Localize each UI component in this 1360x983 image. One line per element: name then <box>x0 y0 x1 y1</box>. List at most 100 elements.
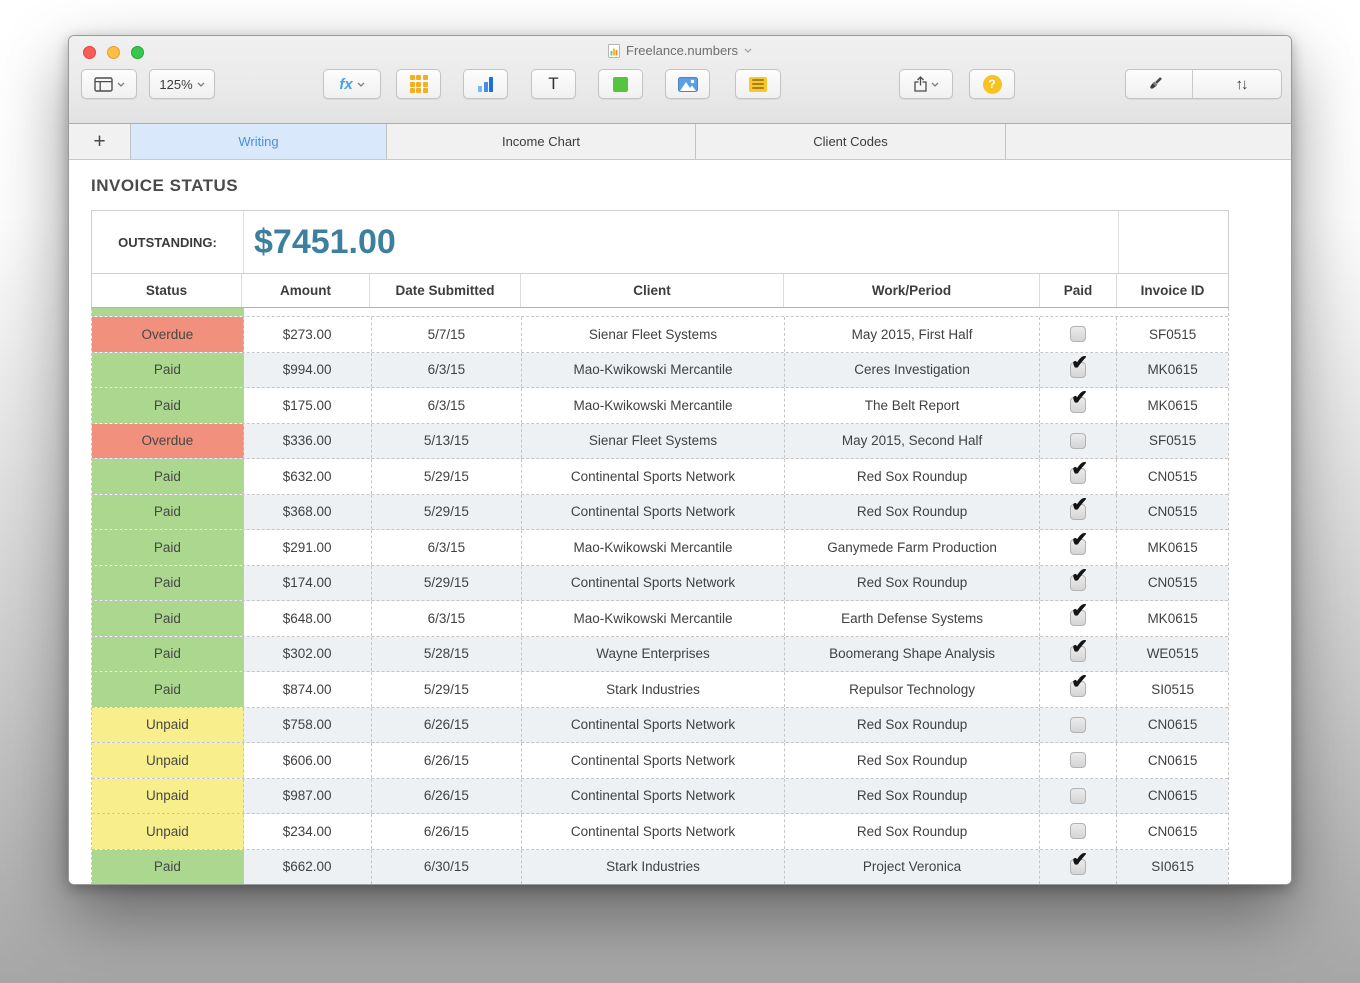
invoice-id-cell[interactable]: MK0615 <box>1117 601 1228 636</box>
paid-cell[interactable]: ✔ <box>1040 388 1117 423</box>
amount-cell[interactable]: $368.00 <box>244 495 372 530</box>
column-header-paid[interactable]: Paid <box>1040 274 1117 307</box>
invoice-id-cell[interactable]: SF0515 <box>1117 317 1228 352</box>
amount-cell[interactable]: $758.00 <box>244 708 372 743</box>
work-period-cell[interactable]: Red Sox Roundup <box>785 779 1041 814</box>
paid-checkbox[interactable]: ✔ <box>1070 397 1086 413</box>
date-cell[interactable]: 6/26/15 <box>372 814 523 849</box>
date-cell[interactable]: 5/13/15 <box>372 424 523 459</box>
status-cell[interactable]: Overdue <box>92 317 244 352</box>
column-header-amount[interactable]: Amount <box>242 274 370 307</box>
paid-checkbox[interactable] <box>1070 433 1086 449</box>
invoice-id-cell[interactable]: WE0515 <box>1117 637 1228 672</box>
work-period-cell[interactable]: Red Sox Roundup <box>785 743 1041 778</box>
view-button[interactable]: View <box>81 69 137 99</box>
client-cell[interactable]: Sienar Fleet Systems <box>522 424 785 459</box>
amount-cell[interactable]: $987.00 <box>244 779 372 814</box>
column-header-invoice-id[interactable]: Invoice ID <box>1117 274 1228 307</box>
media-button[interactable]: Media <box>665 69 710 99</box>
status-cell[interactable]: Unpaid <box>92 743 244 778</box>
amount-cell[interactable]: $291.00 <box>244 530 372 565</box>
paid-checkbox[interactable]: ✔ <box>1070 539 1086 555</box>
status-cell[interactable]: Paid <box>92 353 244 388</box>
work-period-cell[interactable]: Repulsor Technology <box>785 672 1041 707</box>
paid-checkbox[interactable] <box>1070 823 1086 839</box>
add-sheet-button[interactable]: + <box>69 124 131 159</box>
invoice-id-cell[interactable]: CN0515 <box>1117 495 1228 530</box>
tab-writing[interactable]: Writing <box>131 124 387 159</box>
paid-checkbox[interactable] <box>1070 752 1086 768</box>
paid-cell[interactable] <box>1040 743 1117 778</box>
status-cell[interactable]: Paid <box>92 566 244 601</box>
status-cell[interactable]: Unpaid <box>92 779 244 814</box>
status-cell[interactable]: Paid <box>92 459 244 494</box>
amount-cell[interactable]: $273.00 <box>244 317 372 352</box>
work-period-cell[interactable]: Ceres Investigation <box>785 353 1041 388</box>
paid-checkbox[interactable]: ✔ <box>1070 575 1086 591</box>
date-cell[interactable]: 6/3/15 <box>372 353 523 388</box>
invoice-id-cell[interactable]: MK0615 <box>1117 388 1228 423</box>
work-period-cell[interactable]: Red Sox Roundup <box>785 814 1041 849</box>
work-period-cell[interactable]: Red Sox Roundup <box>785 459 1041 494</box>
paid-checkbox[interactable]: ✔ <box>1070 646 1086 662</box>
date-cell[interactable]: 6/26/15 <box>372 743 523 778</box>
invoice-id-cell[interactable]: CN0615 <box>1117 743 1228 778</box>
paid-cell[interactable]: ✔ <box>1040 495 1117 530</box>
tips-button[interactable]: ? Tips <box>969 69 1015 99</box>
paid-cell[interactable]: ✔ <box>1040 566 1117 601</box>
chart-button[interactable]: Chart <box>463 69 508 99</box>
date-cell[interactable]: 5/29/15 <box>372 459 523 494</box>
table-button[interactable]: Table <box>396 69 441 99</box>
zoom-dropdown[interactable]: 125% Zoom <box>149 69 215 99</box>
invoice-id-cell[interactable]: CN0615 <box>1117 779 1228 814</box>
date-cell[interactable]: 5/29/15 <box>372 495 523 530</box>
client-cell[interactable]: Stark Industries <box>522 850 785 885</box>
client-cell[interactable]: Mao-Kwikowski Mercantile <box>522 388 785 423</box>
invoice-id-cell[interactable]: CN0615 <box>1117 814 1228 849</box>
invoice-id-cell[interactable]: SF0515 <box>1117 424 1228 459</box>
amount-cell[interactable]: $302.00 <box>244 637 372 672</box>
client-cell[interactable]: Stark Industries <box>522 672 785 707</box>
column-header-client[interactable]: Client <box>521 274 784 307</box>
invoice-id-cell[interactable]: CN0515 <box>1117 459 1228 494</box>
client-cell[interactable]: Mao-Kwikowski Mercantile <box>522 530 785 565</box>
client-cell[interactable]: Wayne Enterprises <box>522 637 785 672</box>
paid-cell[interactable] <box>1040 779 1117 814</box>
paid-checkbox[interactable]: ✔ <box>1070 610 1086 626</box>
column-header-work-period[interactable]: Work/Period <box>784 274 1040 307</box>
client-cell[interactable]: Mao-Kwikowski Mercantile <box>522 353 785 388</box>
amount-cell[interactable]: $994.00 <box>244 353 372 388</box>
work-period-cell[interactable]: Project Veronica <box>785 850 1041 885</box>
paid-checkbox[interactable]: ✔ <box>1070 504 1086 520</box>
paid-cell[interactable] <box>1040 317 1117 352</box>
paid-cell[interactable]: ✔ <box>1040 530 1117 565</box>
invoice-id-cell[interactable]: SI0615 <box>1117 850 1228 885</box>
client-cell[interactable]: Sienar Fleet Systems <box>522 317 785 352</box>
paid-cell[interactable]: ✔ <box>1040 637 1117 672</box>
paid-checkbox[interactable]: ✔ <box>1070 859 1086 875</box>
status-cell[interactable]: Paid <box>92 672 244 707</box>
invoice-id-cell[interactable]: MK0615 <box>1117 353 1228 388</box>
work-period-cell[interactable]: Ganymede Farm Production <box>785 530 1041 565</box>
paid-checkbox[interactable] <box>1070 788 1086 804</box>
amount-cell[interactable]: $336.00 <box>244 424 372 459</box>
date-cell[interactable]: 5/29/15 <box>372 672 523 707</box>
paid-cell[interactable]: ✔ <box>1040 459 1117 494</box>
status-cell[interactable]: Paid <box>92 530 244 565</box>
client-cell[interactable]: Continental Sports Network <box>522 708 785 743</box>
paid-checkbox[interactable]: ✔ <box>1070 681 1086 697</box>
tab-income-chart[interactable]: Income Chart <box>387 124 696 159</box>
paid-cell[interactable]: ✔ <box>1040 850 1117 885</box>
date-cell[interactable]: 6/3/15 <box>372 530 523 565</box>
shape-button[interactable]: Shape <box>598 69 643 99</box>
client-cell[interactable]: Continental Sports Network <box>522 743 785 778</box>
amount-cell[interactable]: $662.00 <box>244 850 372 885</box>
paid-checkbox[interactable] <box>1070 326 1086 342</box>
status-cell[interactable]: Paid <box>92 601 244 636</box>
outstanding-spare-cell[interactable] <box>1119 211 1228 273</box>
paid-checkbox[interactable]: ✔ <box>1070 362 1086 378</box>
work-period-cell[interactable]: Red Sox Roundup <box>785 566 1041 601</box>
work-period-cell[interactable]: May 2015, Second Half <box>785 424 1041 459</box>
work-period-cell[interactable]: Red Sox Roundup <box>785 708 1041 743</box>
status-cell[interactable]: Paid <box>92 495 244 530</box>
